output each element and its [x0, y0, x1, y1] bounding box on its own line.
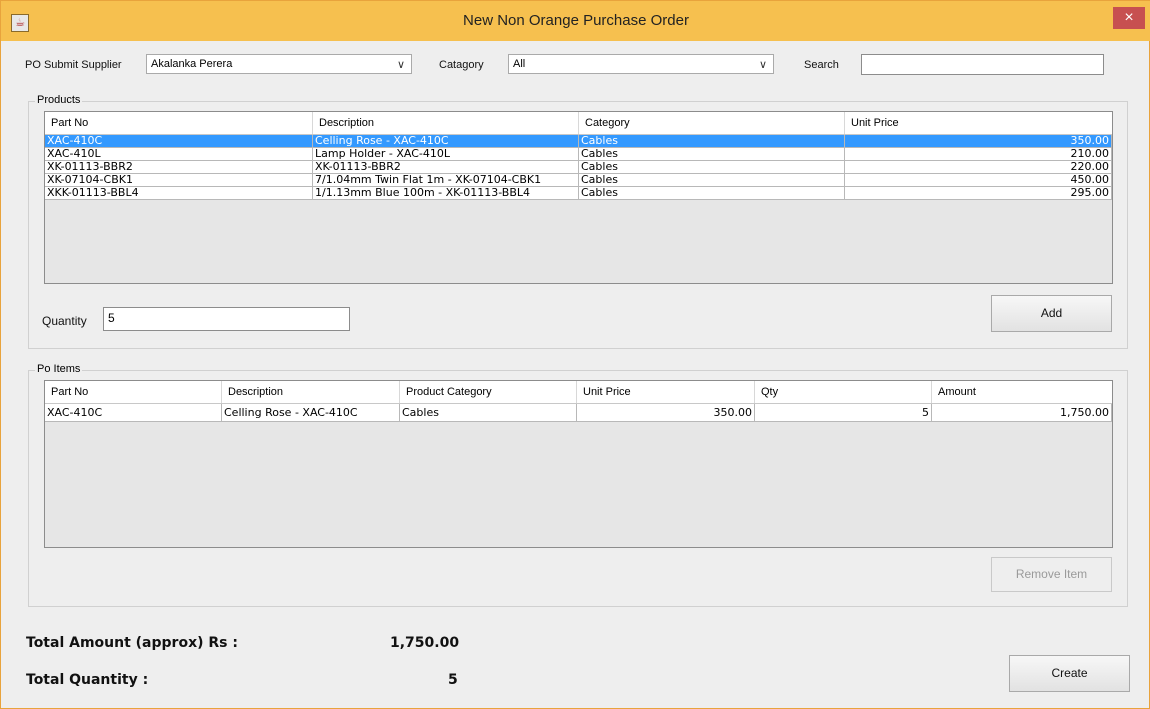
column-header[interactable]: Unit Price	[577, 381, 755, 403]
cell-unit-price: 295.00	[845, 187, 1112, 200]
po-items-group-title: Po Items	[35, 363, 83, 375]
supplier-value: Akalanka Perera	[151, 58, 233, 70]
cell-part-no: XAC-410C	[45, 135, 313, 148]
po-items-group: Po Items Part No Description Product Cat…	[28, 363, 1128, 607]
cell-product-category: Cables	[400, 404, 577, 422]
search-input[interactable]	[861, 54, 1104, 75]
create-button[interactable]: Create	[1009, 655, 1130, 692]
po-items-table[interactable]: Part No Description Product Category Uni…	[44, 380, 1113, 548]
cell-category: Cables	[579, 174, 845, 187]
total-quantity-label: Total Quantity :	[26, 672, 149, 688]
close-button[interactable]: ×	[1113, 7, 1145, 29]
column-header[interactable]: Part No	[45, 381, 222, 403]
column-header[interactable]: Product Category	[400, 381, 577, 403]
cell-description: 7/1.04mm Twin Flat 1m - XK-07104-CBK1	[313, 174, 579, 187]
table-row[interactable]: XK-07104-CBK1 7/1.04mm Twin Flat 1m - XK…	[45, 174, 1112, 187]
products-group: Products Part No Description Category Un…	[28, 94, 1128, 349]
cell-unit-price: 220.00	[845, 161, 1112, 174]
add-button[interactable]: Add	[991, 295, 1112, 332]
cell-description: 1/1.13mm Blue 100m - XK-01113-BBL4	[313, 187, 579, 200]
column-header[interactable]: Part No	[45, 112, 313, 134]
client-area: PO Submit Supplier Akalanka Perera ∨ Cat…	[8, 41, 1142, 703]
cell-part-no: XK-07104-CBK1	[45, 174, 313, 187]
table-row[interactable]: XK-01113-BBR2 XK-01113-BBR2 Cables 220.0…	[45, 161, 1112, 174]
cell-description: XK-01113-BBR2	[313, 161, 579, 174]
cell-part-no: XAC-410L	[45, 148, 313, 161]
table-row[interactable]: XKK-01113-BBL4 1/1.13mm Blue 100m - XK-0…	[45, 187, 1112, 200]
products-table[interactable]: Part No Description Category Unit Price …	[44, 111, 1113, 284]
table-row[interactable]: XAC-410C Celling Rose - XAC-410C Cables …	[45, 135, 1112, 148]
cell-description: Celling Rose - XAC-410C	[222, 404, 400, 422]
column-header[interactable]: Description	[313, 112, 579, 134]
category-value: All	[513, 58, 526, 70]
total-amount-label: Total Amount (approx) Rs :	[26, 635, 238, 651]
products-group-title: Products	[35, 94, 83, 106]
cell-category: Cables	[579, 187, 845, 200]
cell-category: Cables	[579, 135, 845, 148]
cell-unit-price: 450.00	[845, 174, 1112, 187]
cell-part-no: XKK-01113-BBL4	[45, 187, 313, 200]
cell-part-no: XAC-410C	[45, 404, 222, 422]
total-amount-value: 1,750.00	[390, 635, 460, 651]
remove-item-button[interactable]: Remove Item	[991, 557, 1112, 592]
products-table-header: Part No Description Category Unit Price	[45, 112, 1112, 135]
column-header[interactable]: Unit Price	[845, 112, 1112, 134]
table-row[interactable]: XAC-410L Lamp Holder - XAC-410L Cables 2…	[45, 148, 1112, 161]
category-combo[interactable]: All ∨	[508, 54, 774, 74]
supplier-combo[interactable]: Akalanka Perera ∨	[146, 54, 412, 74]
table-row[interactable]: XAC-410C Celling Rose - XAC-410C Cables …	[45, 404, 1112, 422]
column-header[interactable]: Category	[579, 112, 845, 134]
title-bar[interactable]: ☕ New Non Orange Purchase Order ×	[1, 1, 1150, 41]
column-header[interactable]: Qty	[755, 381, 932, 403]
column-header[interactable]: Description	[222, 381, 400, 403]
cell-part-no: XK-01113-BBR2	[45, 161, 313, 174]
quantity-label: Quantity	[42, 314, 87, 328]
total-quantity-value: 5	[448, 672, 458, 688]
cell-amount: 1,750.00	[932, 404, 1112, 422]
column-header[interactable]: Amount	[932, 381, 1112, 403]
purchase-order-window: ☕ New Non Orange Purchase Order × PO Sub…	[0, 0, 1150, 709]
cell-qty: 5	[755, 404, 932, 422]
cell-unit-price: 350.00	[845, 135, 1112, 148]
category-label: Catagory	[439, 59, 484, 71]
cell-category: Cables	[579, 148, 845, 161]
cell-description: Lamp Holder - XAC-410L	[313, 148, 579, 161]
cell-unit-price: 350.00	[577, 404, 755, 422]
chevron-down-icon: ∨	[396, 59, 405, 71]
chevron-down-icon: ∨	[758, 59, 767, 71]
cell-unit-price: 210.00	[845, 148, 1112, 161]
po-items-table-header: Part No Description Product Category Uni…	[45, 381, 1112, 404]
supplier-label: PO Submit Supplier	[25, 59, 122, 71]
cell-category: Cables	[579, 161, 845, 174]
window-title: New Non Orange Purchase Order	[463, 12, 689, 29]
search-label: Search	[804, 59, 839, 71]
cell-description: Celling Rose - XAC-410C	[313, 135, 579, 148]
quantity-input[interactable]: 5	[103, 307, 350, 331]
